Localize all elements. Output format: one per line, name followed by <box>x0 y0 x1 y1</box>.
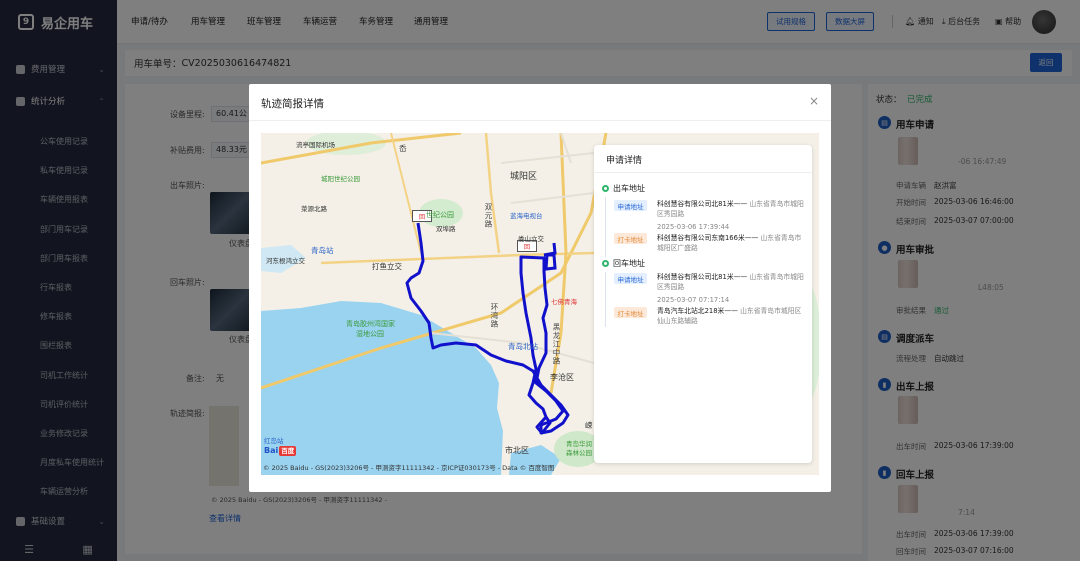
map-label: 娄山立交 <box>518 235 544 243</box>
address-text: 科创慧谷有限公司北81米—— <box>657 273 748 281</box>
map-label: 李沧区 <box>550 373 574 382</box>
address-text: 科创慧谷有限公司北81米—— <box>657 200 748 208</box>
back-address-heading: 回车地址 <box>602 258 645 269</box>
modal-divider <box>249 120 831 121</box>
map-label: 流亭国际机场 <box>296 141 335 149</box>
map-label: 红岛站 <box>264 437 284 445</box>
map-label: 世纪公园 <box>426 211 454 219</box>
back-punch-address: 青岛汽车北站北218米—— 山东省青岛市城阳区仙山东路辅路 <box>657 306 807 326</box>
map-label: 黑龙江中路 <box>552 323 561 366</box>
address-text: 科创慧谷有限公司东南166米—— <box>657 234 759 242</box>
map-label: 河东根鸿立交 <box>266 257 305 265</box>
map-label: 市北区 <box>505 446 529 455</box>
close-icon[interactable]: × <box>809 94 819 108</box>
map-label: 湿地公园 <box>356 330 384 338</box>
apply-address-tag: 申请地址 <box>614 200 647 211</box>
map-label: 七佛青海 <box>551 298 577 306</box>
timeline-line <box>605 197 606 257</box>
punch-address-tag: 打卡地址 <box>614 307 647 318</box>
apply-detail-card: 申请详情 出车地址 申请地址 科创慧谷有限公司北81米—— 山东省青岛市城阳区秀… <box>594 145 812 463</box>
map-label: 蓝海电视台 <box>510 212 543 220</box>
apply-address-tag: 申请地址 <box>614 273 647 284</box>
modal-title: 轨迹简报详情 <box>261 98 324 110</box>
map-label: 双元路 <box>484 203 493 229</box>
map-label: 青岛胶州湾国家 <box>346 320 395 328</box>
map-label: 森林公园 <box>566 449 592 457</box>
back-apply-address: 科创慧谷有限公司北81米—— 山东省青岛市城阳区秀园路 <box>657 272 807 292</box>
baidu-logo-text: Bai <box>264 446 279 455</box>
map-label: 青岛北站 <box>508 342 538 351</box>
punch-address-tag: 打卡地址 <box>614 233 647 244</box>
section-label: 出车地址 <box>613 184 645 193</box>
track-detail-modal: 轨迹简报详情 × 回 回 城阳区 双元路 青岛站 打鱼立交 岙 娄山立交 蓝海电… <box>249 84 831 492</box>
map-label: 打鱼立交 <box>372 262 402 271</box>
detail-divider <box>594 172 812 173</box>
section-label: 回车地址 <box>613 259 645 268</box>
map-label: 岙 <box>399 144 407 153</box>
out-punch-time: 2025-03-06 17:39:44 <box>657 223 730 231</box>
map-label: 菜源北路 <box>301 205 327 213</box>
map-label: 嵘 <box>585 421 593 430</box>
back-punch-time: 2025-03-07 07:17:14 <box>657 296 730 304</box>
circle-icon <box>602 260 609 267</box>
map-label: 环湾路 <box>490 303 499 329</box>
out-apply-address: 科创慧谷有限公司北81米—— 山东省青岛市城阳区秀园路 <box>657 199 807 219</box>
map-label: 青岛站 <box>311 246 334 255</box>
baidu-logo: Bai 百度 <box>264 445 297 456</box>
out-address-heading: 出车地址 <box>602 183 645 194</box>
map-label: 城阳世纪公园 <box>321 175 360 183</box>
map-copyright: © 2025 Baidu - GS(2023)3206号 - 甲测资字11111… <box>263 464 555 472</box>
baidu-logo-badge: 百度 <box>279 446 297 456</box>
timeline-line <box>605 272 606 327</box>
address-text: 青岛汽车北站北218米—— <box>657 307 738 315</box>
out-punch-address: 科创慧谷有限公司东南166米—— 山东省青岛市城阳区广盛路 <box>657 233 807 253</box>
circle-icon <box>602 185 609 192</box>
map-label: 城阳区 <box>510 172 538 182</box>
detail-title: 申请详情 <box>606 156 643 166</box>
track-map[interactable]: 回 回 城阳区 双元路 青岛站 打鱼立交 岙 娄山立交 蓝海电视台 世纪公园 环… <box>261 133 819 475</box>
map-label: 双埠路 <box>436 225 456 233</box>
